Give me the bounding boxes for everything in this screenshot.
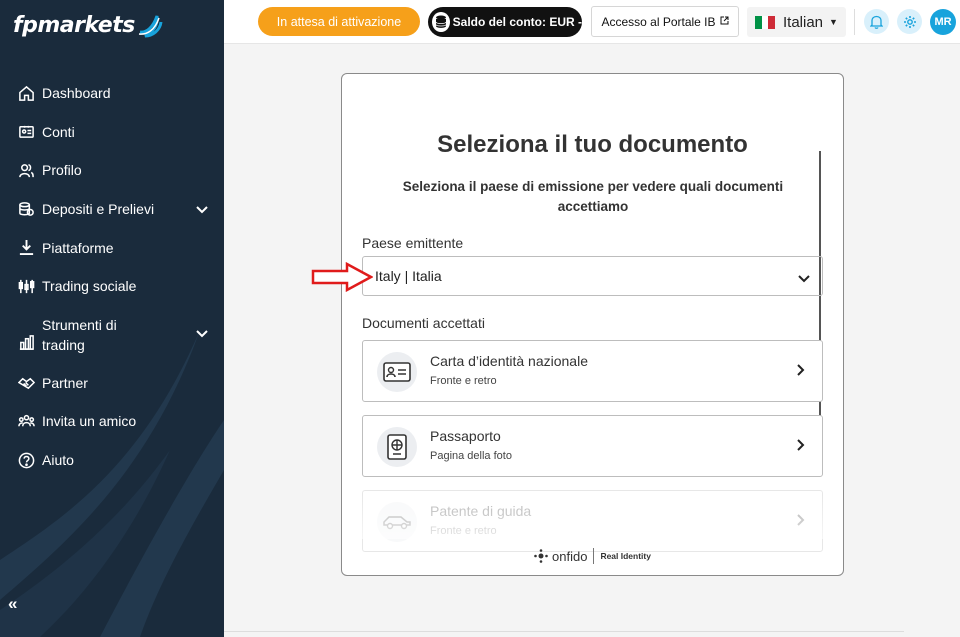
- sidebar-item-label: Strumenti di trading: [42, 316, 117, 353]
- id-card-icon: [377, 352, 417, 392]
- onfido-brand: onfido: [552, 548, 588, 564]
- settings-button[interactable]: [897, 9, 922, 34]
- sidebar-item-dashboard[interactable]: Dashboard: [0, 74, 224, 113]
- sidebar-item-strumenti[interactable]: Strumenti di trading: [0, 306, 224, 364]
- sidebar-item-depositi[interactable]: Depositi e Prelievi: [0, 190, 224, 229]
- sidebar-item-conti[interactable]: Conti: [0, 113, 224, 152]
- document-option-id-card[interactable]: Carta d’identità nazionale Fronte e retr…: [362, 340, 823, 402]
- red-arrow-annotation: [311, 262, 373, 292]
- sidebar-item-piattaforme[interactable]: Piattaforme: [0, 228, 224, 267]
- sidebar-item-label: Aiuto: [42, 452, 74, 469]
- chevron-down-icon: [798, 270, 810, 286]
- users-icon: [17, 161, 35, 179]
- home-icon: [17, 84, 35, 102]
- bell-icon: [870, 15, 883, 29]
- document-selection-dialog: Seleziona il tuo documento Seleziona il …: [341, 73, 844, 576]
- balance-label: Saldo del conto: EUR -: [452, 15, 582, 29]
- sidebar-item-trading-sociale[interactable]: Trading sociale: [0, 267, 224, 306]
- sidebar-item-label: Dashboard: [42, 85, 111, 102]
- sidebar-item-aiuto[interactable]: Aiuto: [0, 441, 224, 480]
- activation-status-badge[interactable]: In attesa di attivazione: [258, 7, 420, 36]
- top-bar: In attesa di attivazione Saldo del conto…: [224, 0, 960, 44]
- document-option-passport[interactable]: Passaporto Pagina della foto: [362, 415, 823, 477]
- chevron-right-icon: [797, 363, 805, 381]
- logo-text: fpmarkets: [13, 12, 135, 38]
- sidebar-nav: Dashboard Conti Profilo Depositi e Preli…: [0, 74, 224, 479]
- document-desc: Pagina della foto: [430, 450, 512, 462]
- chevron-down-icon[interactable]: [196, 201, 208, 217]
- social-trading-icon: [17, 277, 35, 295]
- fpmarkets-logo[interactable]: fpmarkets: [13, 12, 163, 38]
- document-title: Patente di guida: [430, 503, 532, 519]
- collapse-sidebar-button[interactable]: «: [8, 594, 17, 614]
- sidebar: fpmarkets Dashboard Conti Profilo Deposi…: [0, 0, 224, 637]
- sidebar-item-label: Partner: [42, 374, 88, 391]
- chevron-down-icon[interactable]: [196, 325, 208, 341]
- language-select[interactable]: Italian ▼: [747, 7, 846, 37]
- notifications-button[interactable]: [864, 9, 889, 34]
- external-link-icon: [720, 16, 729, 28]
- document-desc: Fronte e retro: [430, 375, 497, 387]
- country-select[interactable]: Italy | Italia: [362, 256, 823, 296]
- italy-flag-icon: [755, 15, 776, 29]
- document-desc: Fronte e retro: [430, 525, 497, 537]
- sidebar-item-label: Trading sociale: [42, 278, 137, 295]
- onfido-logo-icon: [534, 549, 548, 563]
- divider: [224, 631, 904, 632]
- sidebar-item-label: Invita un amico: [42, 413, 137, 430]
- accepted-docs-label: Documenti accettati: [362, 315, 485, 331]
- country-label: Paese emittente: [362, 235, 464, 251]
- sidebar-item-label: Piattaforme: [42, 239, 114, 256]
- help-icon: [17, 451, 35, 469]
- sidebar-item-label: Conti: [42, 123, 75, 140]
- onfido-footer: onfido Real Identity: [342, 548, 843, 564]
- country-value: Italy | Italia: [375, 268, 442, 284]
- sidebar-item-label: Profilo: [42, 162, 82, 179]
- id-card-icon: [17, 123, 35, 141]
- car-icon: [377, 502, 417, 542]
- document-title: Carta d’identità nazionale: [430, 353, 588, 369]
- sidebar-item-partner[interactable]: Partner: [0, 364, 224, 403]
- account-balance-button[interactable]: Saldo del conto: EUR -: [428, 7, 582, 37]
- onfido-tagline: Real Identity: [600, 551, 651, 561]
- dialog-subtitle: Seleziona il paese di emissione per vede…: [402, 179, 784, 214]
- dialog-title: Seleziona il tuo documento: [437, 131, 748, 158]
- ib-portal-button[interactable]: Accesso al Portale IB: [591, 6, 739, 37]
- passport-icon: [377, 427, 417, 467]
- coins-icon: [432, 12, 450, 32]
- chevron-right-icon: [797, 438, 805, 456]
- caret-down-icon: ▼: [829, 17, 838, 27]
- sidebar-item-invita[interactable]: Invita un amico: [0, 402, 224, 441]
- ib-portal-label: Accesso al Portale IB: [601, 14, 716, 29]
- handshake-icon: [17, 374, 35, 392]
- avatar[interactable]: MR: [930, 9, 956, 35]
- bar-chart-icon: [17, 334, 35, 352]
- sidebar-item-label: Depositi e Prelievi: [42, 201, 155, 218]
- group-icon: [17, 412, 35, 430]
- divider: [593, 548, 595, 564]
- download-icon: [17, 239, 35, 257]
- coins-icon: [17, 200, 35, 218]
- language-label: Italian: [783, 13, 824, 31]
- chevron-right-icon: [797, 513, 805, 531]
- document-title: Passaporto: [430, 428, 501, 444]
- gear-icon: [903, 15, 916, 28]
- document-option-driving-licence[interactable]: Patente di guida Fronte e retro: [362, 490, 823, 552]
- logo-mark-icon: [138, 15, 163, 38]
- sidebar-item-profilo[interactable]: Profilo: [0, 151, 224, 190]
- scrollbar[interactable]: [819, 151, 821, 448]
- divider: [854, 9, 855, 35]
